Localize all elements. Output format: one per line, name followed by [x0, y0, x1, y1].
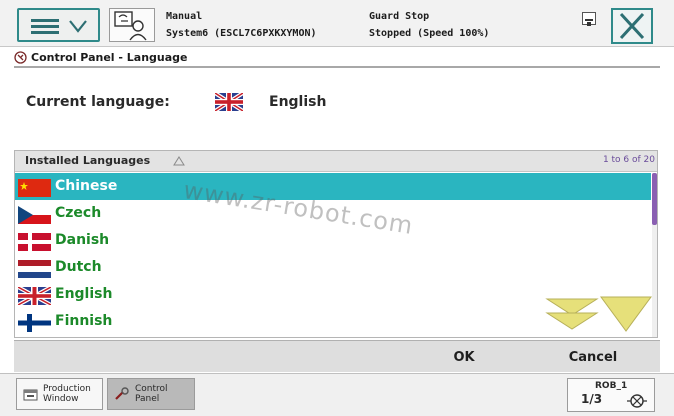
robot-fraction: 1/3: [581, 392, 603, 406]
list-item-label: English: [55, 286, 113, 302]
mechanical-unit-selector[interactable]: ROB_1 1/3: [567, 378, 655, 412]
status-bar: Manual System6 (ESCL7C6PXKXYMON) Guard S…: [0, 0, 674, 47]
mode-text: Manual: [166, 11, 203, 22]
current-language-label: Current language:: [26, 94, 170, 110]
netherlands-flag-icon: [18, 260, 51, 278]
taskbar-production-window[interactable]: Production Window: [16, 378, 103, 410]
close-button[interactable]: [611, 8, 653, 44]
list-item-label: Dutch: [55, 259, 102, 275]
china-flag-icon: [18, 179, 51, 197]
uk-flag-icon: [18, 287, 51, 305]
controller-state-status: Guard Stop Stopped (Speed 100%): [369, 8, 489, 42]
denmark-flag-icon: [18, 233, 51, 251]
taskbar-label-line: Production: [43, 384, 91, 394]
list-header-title[interactable]: Installed Languages: [25, 154, 150, 167]
list-item-count: 1 to 6 of 20: [602, 155, 655, 165]
list-item-czech[interactable]: Czech: [15, 200, 651, 227]
control-panel-icon: [115, 387, 129, 400]
operator-window-button[interactable]: [109, 8, 155, 42]
control-panel-icon: [14, 50, 27, 64]
scroll-down-icon[interactable]: [600, 296, 652, 332]
installed-languages-list: Installed Languages 1 to 6 of 20 Chinese…: [14, 150, 658, 338]
ok-button[interactable]: OK: [404, 341, 524, 373]
taskbar: Production Window Control Panel ROB_1 1/…: [0, 373, 674, 416]
cancel-button[interactable]: Cancel: [533, 341, 653, 373]
scrollbar-thumb[interactable]: [652, 173, 657, 225]
window-title-text: Control Panel - Language: [31, 50, 188, 64]
taskbar-label-line: Window: [43, 394, 79, 404]
scroll-buttons: [545, 296, 652, 332]
operator-window-icon: [114, 11, 147, 41]
close-icon: [619, 12, 645, 40]
list-item-label: Danish: [55, 232, 110, 248]
list-item-dutch[interactable]: Dutch: [15, 254, 651, 281]
page-down-icon[interactable]: [545, 298, 599, 330]
system-name-text: System6 (ESCL7C6PXKXYMON): [166, 28, 317, 39]
main-menu-button[interactable]: [17, 8, 100, 42]
production-window-icon: [23, 389, 38, 401]
guard-status-text: Guard Stop: [369, 11, 430, 22]
hamburger-menu-icon: [31, 19, 59, 35]
action-bar: OK Cancel: [14, 340, 660, 372]
robot-name: ROB_1: [595, 381, 628, 391]
taskbar-label-line: Panel: [135, 394, 160, 404]
taskbar-label-line: Control: [135, 384, 168, 394]
finland-flag-icon: [18, 314, 51, 332]
uk-flag-icon: [215, 93, 243, 111]
taskbar-control-panel[interactable]: Control Panel: [107, 378, 195, 410]
title-divider: [14, 66, 660, 68]
current-language-value: English: [269, 94, 327, 110]
czech-flag-icon: [18, 206, 51, 224]
list-header: Installed Languages 1 to 6 of 20: [15, 151, 657, 172]
operating-mode-status: Manual System6 (ESCL7C6PXKXYMON): [166, 8, 317, 42]
sort-ascending-icon[interactable]: [173, 156, 185, 166]
list-item-label: Czech: [55, 205, 102, 221]
chevron-down-icon: [69, 20, 87, 33]
quickset-icon[interactable]: [582, 12, 596, 26]
list-item-label: Chinese: [55, 178, 118, 194]
list-item-danish[interactable]: Danish: [15, 227, 651, 254]
list-item-label: Finnish: [55, 313, 113, 329]
list-item-chinese[interactable]: Chinese: [15, 173, 651, 200]
window-title: Control Panel - Language: [14, 49, 188, 65]
taskbar-item-label: Control Panel: [135, 384, 168, 404]
taskbar-item-label: Production Window: [43, 384, 91, 404]
robot-tool-icon: [627, 394, 647, 408]
run-state-text: Stopped (Speed 100%): [369, 28, 490, 39]
